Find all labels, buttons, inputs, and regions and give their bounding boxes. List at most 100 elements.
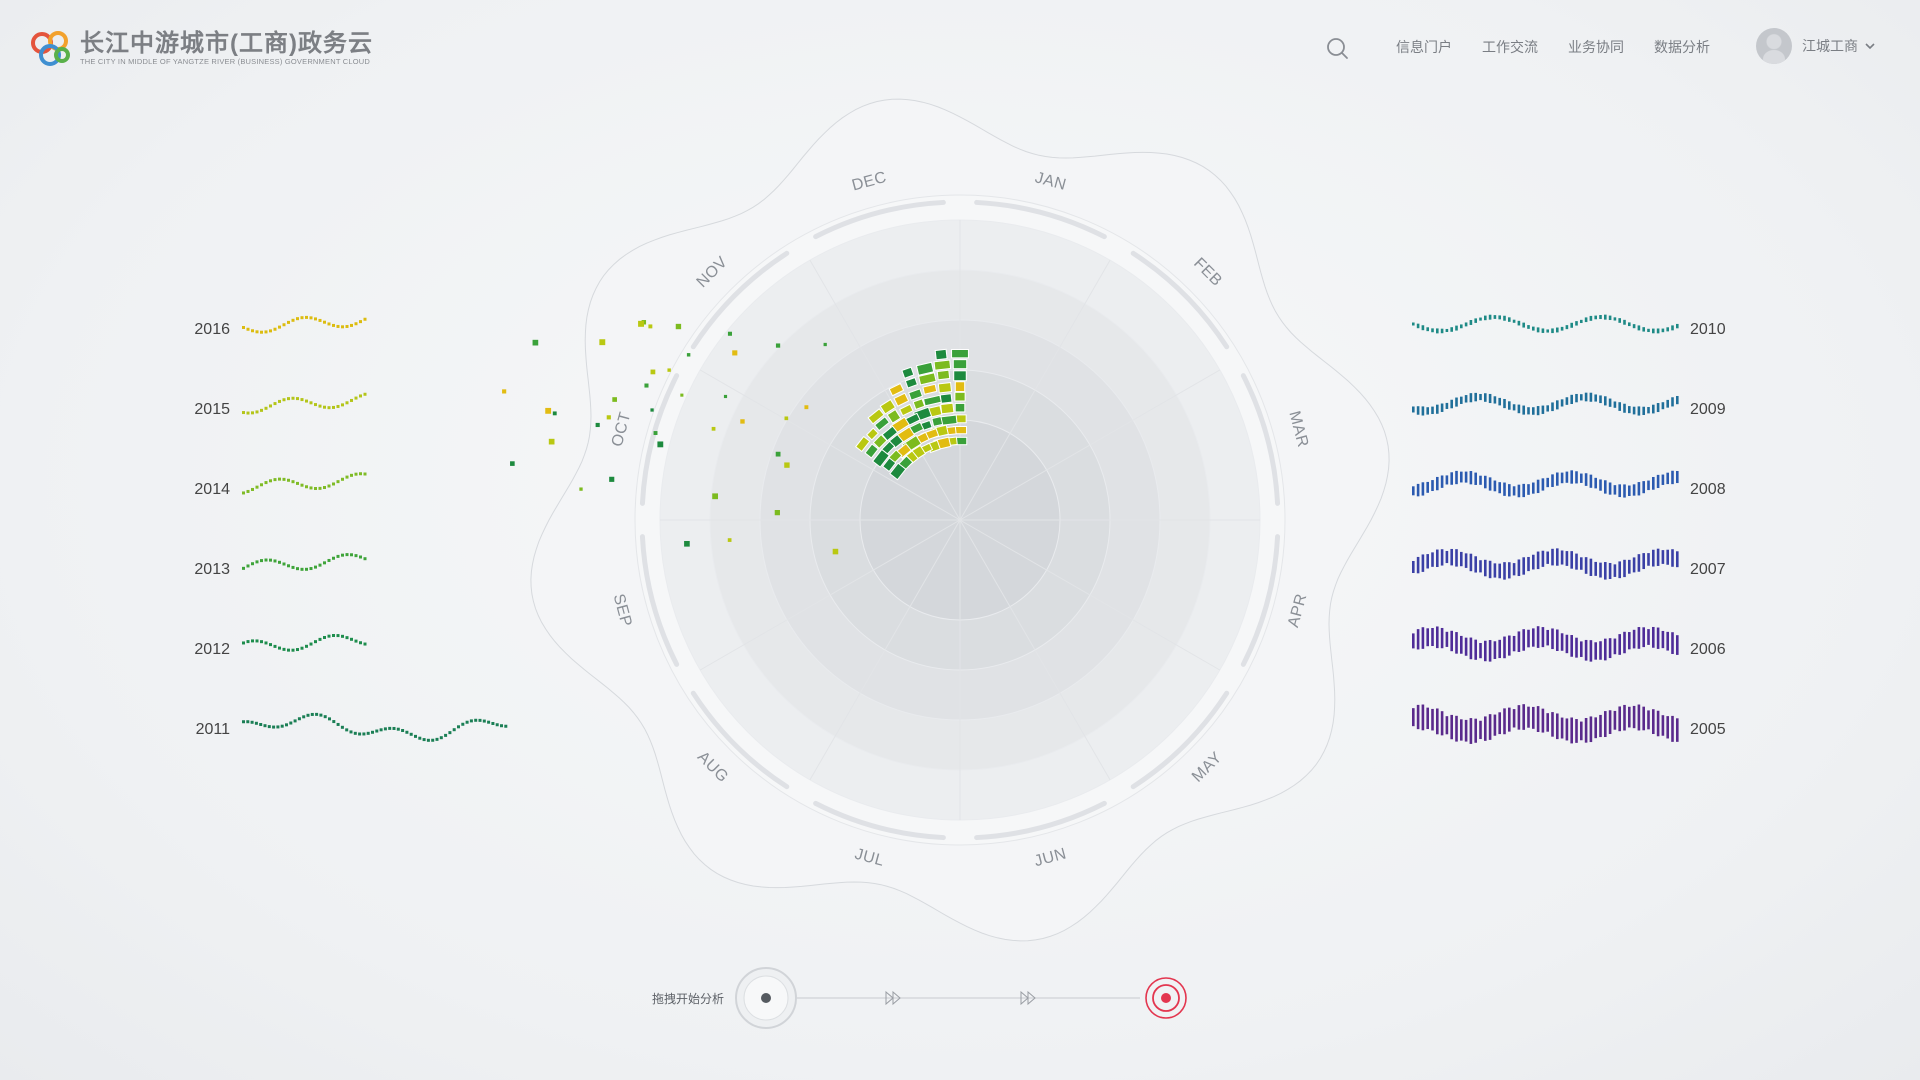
nav-item-data-analysis[interactable]: 数据分析 [1654, 38, 1710, 56]
series-bar [1570, 322, 1573, 328]
nav-item-work-exchange[interactable]: 工作交流 [1482, 38, 1538, 56]
series-bar [1479, 475, 1482, 485]
series-dot [309, 486, 313, 490]
series-dot [354, 396, 358, 400]
series-bar [1580, 721, 1583, 741]
series-bar [1676, 635, 1679, 655]
scatter-dot [823, 342, 827, 347]
series-dot [251, 639, 254, 643]
series-bar [1431, 480, 1434, 492]
series-dot [305, 485, 308, 489]
avatar[interactable] [1756, 28, 1792, 64]
series-dot [349, 730, 353, 734]
series-bar [1488, 477, 1492, 491]
year-label-2005: 2005 [1690, 721, 1726, 738]
year-label-2010: 2010 [1690, 321, 1726, 338]
series-bar [1652, 549, 1655, 567]
series-dot [269, 558, 272, 562]
chevron-down-icon[interactable] [1864, 40, 1876, 52]
series-dot [300, 398, 304, 402]
series-bar [1517, 404, 1521, 414]
series-bar [1493, 641, 1497, 659]
series-dot [297, 717, 301, 721]
series-bar [1460, 471, 1463, 483]
series-dot [242, 566, 245, 570]
series-dot [314, 487, 317, 491]
series-bar [1594, 477, 1597, 489]
scatter-dot [832, 548, 839, 555]
series-dot [435, 737, 439, 741]
series-bar [1503, 562, 1506, 580]
data-mark [939, 393, 953, 404]
series-dot [287, 564, 290, 568]
series-bar [1416, 556, 1420, 574]
series-bar [1652, 626, 1655, 648]
scatter-dot [612, 397, 617, 402]
scatter-dot [653, 431, 658, 435]
series-dot [309, 316, 313, 320]
series-dot [291, 396, 295, 400]
series-bar [1469, 637, 1473, 660]
series-bar [1632, 324, 1636, 329]
nav-item-portal[interactable]: 信息门户 [1396, 38, 1452, 56]
series-bar [1436, 328, 1439, 334]
series-dot [323, 715, 327, 719]
series-dot [269, 643, 272, 647]
series-dot [273, 644, 277, 648]
series-dot [418, 736, 422, 740]
series-bar [1647, 629, 1650, 645]
series-dot [396, 727, 400, 731]
series-dot [305, 399, 308, 403]
series-bar [1661, 630, 1665, 649]
series-bar [1623, 319, 1626, 325]
series-bar [1618, 706, 1621, 732]
series-bar [1608, 315, 1612, 321]
series-bar [1584, 639, 1588, 661]
series-bar [1431, 552, 1434, 567]
series-bar [1464, 553, 1468, 568]
series-dot [345, 553, 349, 557]
series-bar [1632, 484, 1636, 496]
series-bar [1484, 716, 1487, 741]
logo[interactable]: 长江中游城市(工商)政务云 THE CITY IN MIDDLE OF YANG… [28, 28, 373, 68]
series-bar [1493, 563, 1497, 578]
series-bar [1508, 707, 1511, 732]
series-bar [1541, 405, 1545, 414]
series-bar [1488, 640, 1492, 662]
drag-handle[interactable] [761, 993, 771, 1003]
series-bar [1522, 483, 1525, 498]
series-bar [1575, 471, 1578, 484]
series-bar [1412, 708, 1415, 727]
series-bar [1676, 323, 1679, 329]
series-dot [255, 560, 259, 564]
series-dot [296, 481, 299, 485]
series-dot [336, 404, 340, 408]
series-dot [273, 327, 277, 331]
series-bar [1618, 318, 1621, 323]
series-dot [341, 477, 344, 481]
series-bar [1584, 473, 1588, 486]
series-bar [1642, 706, 1645, 731]
search-icon[interactable] [1326, 37, 1350, 61]
nav-item-collaboration[interactable]: 业务协同 [1568, 38, 1624, 56]
series-bar [1575, 321, 1578, 326]
target-icon[interactable] [1145, 977, 1187, 1019]
series-dot [300, 646, 304, 650]
series-bar [1469, 393, 1473, 403]
timeline-control[interactable] [735, 967, 1187, 1029]
series-dot [273, 402, 277, 406]
series-dot [487, 720, 491, 724]
user-menu[interactable]: 江城工商 [1756, 28, 1876, 64]
scatter-dot [775, 451, 781, 457]
series-bar [1445, 475, 1449, 485]
series-bar [1613, 638, 1617, 655]
series-bar [1512, 709, 1516, 728]
series-dot [336, 324, 340, 328]
series-bar [1584, 717, 1588, 743]
series-dot [269, 479, 272, 483]
series-bar [1460, 719, 1463, 741]
series-bar [1532, 326, 1535, 331]
series-bar [1431, 708, 1434, 731]
series-bar [1484, 475, 1487, 489]
series-bar [1637, 406, 1641, 416]
